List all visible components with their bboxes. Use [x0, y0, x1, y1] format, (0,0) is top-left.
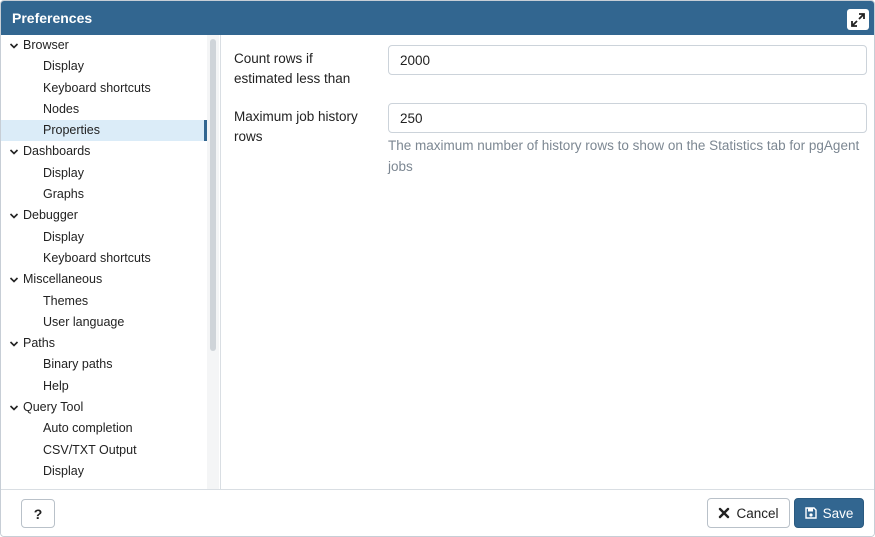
tree-item-label: Browser: [23, 38, 69, 52]
max-job-history-help: The maximum number of history rows to sh…: [388, 138, 860, 174]
tree-item[interactable]: User language: [1, 312, 207, 333]
tree-scrollbar[interactable]: [207, 35, 219, 489]
tree-item-label: Keyboard shortcuts: [43, 80, 151, 95]
preferences-content: Count rows if estimated less than Maximu…: [222, 35, 874, 489]
tree-group[interactable]: Miscellaneous: [1, 269, 207, 290]
tree-group[interactable]: Debugger: [1, 205, 207, 226]
preferences-dialog: Preferences Browser Display Keyboard short…: [0, 0, 875, 537]
preferences-tree: Browser Display Keyboard shortcuts Nodes Pro…: [1, 35, 207, 482]
chevron-down-icon[interactable]: [9, 211, 19, 221]
tree-group[interactable]: Paths: [1, 333, 207, 354]
tree-item-label: Auto completion: [43, 421, 133, 436]
tree-item-label: Graphs: [43, 187, 84, 202]
tree-item[interactable]: Keyboard shortcuts: [1, 248, 207, 269]
tree-item-label: Display: [43, 59, 84, 74]
dialog-titlebar[interactable]: Preferences: [1, 1, 874, 35]
tree-item-label: Miscellaneous: [23, 272, 103, 287]
maximize-button[interactable]: [847, 9, 869, 30]
tree-item-label: Paths: [23, 336, 55, 351]
tree-item-label: Binary paths: [43, 357, 113, 372]
cancel-button[interactable]: Cancel: [707, 498, 790, 528]
tree-item-label: User language: [43, 314, 125, 329]
tree-group[interactable]: Dashboards: [1, 141, 207, 162]
tree-item-label: Properties: [43, 123, 100, 138]
tree-item-label: Help: [43, 378, 69, 393]
tree-item-label: Keyboard shortcuts: [43, 250, 151, 265]
tree-item[interactable]: Display: [1, 163, 207, 184]
tree-item-label: Display: [43, 165, 84, 180]
tree-item[interactable]: Display: [1, 227, 207, 248]
tree-item-label: Query Tool: [23, 400, 84, 415]
tree-item-label: Dashboards: [23, 144, 91, 159]
save-button[interactable]: Save: [794, 498, 864, 528]
dialog-title: Preferences: [12, 10, 93, 26]
tree-item[interactable]: Help: [1, 376, 207, 397]
cancel-button-label: Cancel: [736, 505, 779, 521]
max-job-history-input[interactable]: [388, 103, 867, 133]
tree-item[interactable]: Graphs: [1, 184, 207, 205]
max-job-history-label: Maximum job history rows: [234, 109, 358, 144]
tree-item[interactable]: Properties: [1, 120, 207, 142]
tree-item[interactable]: Keyboard shortcuts: [1, 78, 207, 99]
chevron-down-icon[interactable]: [9, 275, 19, 285]
count-rows-label: Count rows if estimated less than: [234, 51, 351, 86]
tree-item-label: Display: [43, 229, 84, 244]
tree-group[interactable]: Query Tool: [1, 397, 207, 418]
preferences-tree-panel: Browser Display Keyboard shortcuts Nodes Pro…: [1, 35, 221, 489]
tree-group[interactable]: Browser: [1, 35, 207, 56]
chevron-down-icon[interactable]: [9, 339, 19, 349]
tree-item[interactable]: Auto completion: [1, 418, 207, 439]
chevron-down-icon[interactable]: [9, 41, 19, 51]
tree-item[interactable]: Nodes: [1, 99, 207, 120]
tree-item-label: Display: [43, 463, 84, 478]
tree-item-label: Nodes: [43, 101, 80, 116]
dialog-footer: ? Cancel Save: [1, 489, 874, 536]
expand-icon: [851, 12, 865, 27]
tree-item-label: Themes: [43, 293, 89, 308]
tree-item[interactable]: Display: [1, 461, 207, 482]
tree-item[interactable]: CSV/TXT Output: [1, 440, 207, 461]
tree-item-label: Debugger: [23, 208, 78, 223]
tree-item[interactable]: Themes: [1, 291, 207, 312]
floppy-disk-icon: [804, 507, 817, 519]
help-button[interactable]: ?: [21, 499, 55, 528]
tree-item[interactable]: Binary paths: [1, 354, 207, 375]
close-icon: [719, 507, 730, 519]
chevron-down-icon[interactable]: [9, 147, 19, 157]
tree-item[interactable]: Display: [1, 56, 207, 77]
count-rows-input[interactable]: [388, 45, 867, 75]
chevron-down-icon[interactable]: [9, 403, 19, 413]
tree-scrollbar-thumb[interactable]: [210, 39, 216, 351]
tree-item-label: CSV/TXT Output: [43, 442, 137, 457]
save-button-label: Save: [822, 505, 854, 521]
